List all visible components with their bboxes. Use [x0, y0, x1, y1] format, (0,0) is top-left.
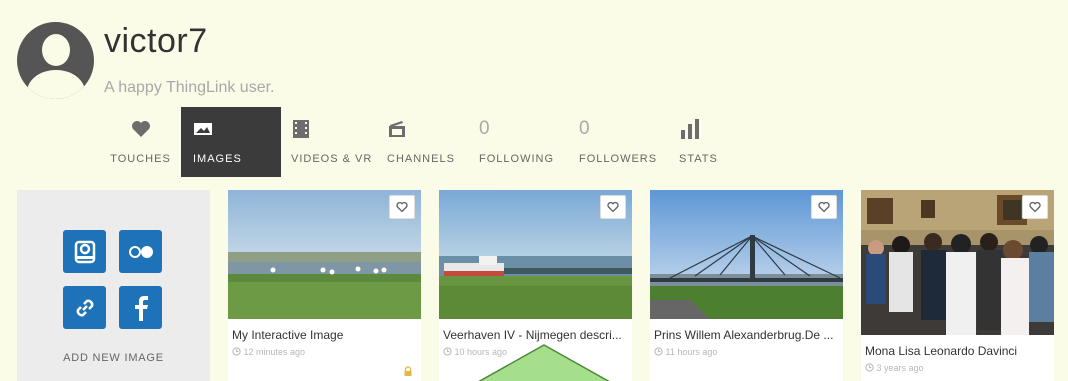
image-time: 12 minutes ago — [232, 347, 305, 357]
tab-following-label: FOLLOWING — [479, 153, 555, 165]
heart-button[interactable] — [1022, 195, 1048, 219]
heart-outline-icon — [396, 202, 408, 212]
tab-touches-label: TOUCHES — [110, 153, 171, 165]
tab-images[interactable]: IMAGES — [181, 107, 281, 177]
add-new-image-label[interactable]: ADD NEW IMAGE — [17, 352, 210, 364]
image-time: 3 years ago — [865, 363, 924, 373]
profile-tagline: A happy ThingLink user. — [104, 79, 275, 96]
tab-following[interactable]: 0 FOLLOWING — [469, 107, 569, 177]
image-icon — [193, 117, 213, 141]
image-time-label: 12 minutes ago — [243, 347, 306, 357]
image-time-label: 11 hours ago — [665, 347, 718, 357]
heart-button[interactable] — [600, 195, 626, 219]
followers-count: 0 — [579, 118, 590, 139]
profile-username: victor7 — [104, 22, 208, 60]
clock-icon — [443, 347, 452, 356]
heart-button[interactable] — [811, 195, 837, 219]
avatar-head — [42, 34, 70, 66]
clock-icon — [865, 363, 874, 372]
upload-drive-icon[interactable] — [63, 230, 106, 273]
profile-tabs: TOUCHES IMAGES VIDEOS & VR CHANNELS 0 FO… — [100, 107, 739, 177]
channel-icon — [387, 117, 407, 141]
image-time: 11 hours ago — [654, 347, 717, 357]
facebook-icon[interactable] — [119, 286, 162, 329]
image-title[interactable]: Mona Lisa Leonardo Davinci — [865, 344, 1017, 358]
link-icon[interactable] — [63, 286, 106, 329]
tab-channels-label: CHANNELS — [387, 153, 455, 165]
image-card[interactable]: My Interactive Image 12 minutes ago — [228, 190, 421, 381]
image-title[interactable]: My Interactive Image — [232, 328, 343, 342]
pointer-arrow-icon — [478, 344, 610, 381]
add-new-image-panel: ADD NEW IMAGE — [17, 190, 210, 381]
clock-icon — [232, 347, 241, 356]
avatar-shoulders — [27, 70, 85, 99]
tab-followers[interactable]: 0 FOLLOWERS — [569, 107, 669, 177]
tab-followers-label: FOLLOWERS — [579, 153, 658, 165]
clock-icon — [654, 347, 663, 356]
tab-stats[interactable]: STATS — [669, 107, 739, 177]
heart-outline-icon — [607, 202, 619, 212]
heart-icon — [131, 117, 151, 141]
flickr-icon[interactable] — [119, 230, 162, 273]
following-count: 0 — [479, 118, 490, 139]
heart-outline-icon — [818, 202, 830, 212]
image-card[interactable]: Mona Lisa Leonardo Davinci 3 years ago — [861, 190, 1054, 381]
tab-videos-label: VIDEOS & VR — [291, 153, 373, 165]
tab-stats-label: STATS — [679, 153, 718, 165]
bar-chart-icon — [679, 117, 701, 141]
tab-touches[interactable]: TOUCHES — [100, 107, 181, 177]
tab-videos-vr[interactable]: VIDEOS & VR — [281, 107, 377, 177]
image-time-label: 3 years ago — [876, 363, 924, 373]
image-title[interactable]: Veerhaven IV - Nijmegen descri... — [443, 328, 622, 342]
tab-channels[interactable]: CHANNELS — [377, 107, 469, 177]
tab-images-label: IMAGES — [193, 153, 242, 165]
film-icon — [291, 117, 311, 141]
heart-outline-icon — [1029, 202, 1041, 212]
image-title[interactable]: Prins Willem Alexanderbrug.De ... — [654, 328, 833, 342]
heart-button[interactable] — [389, 195, 415, 219]
lock-icon — [403, 363, 413, 376]
image-card[interactable]: Prins Willem Alexanderbrug.De ... 11 hou… — [650, 190, 843, 381]
avatar[interactable] — [17, 22, 94, 99]
